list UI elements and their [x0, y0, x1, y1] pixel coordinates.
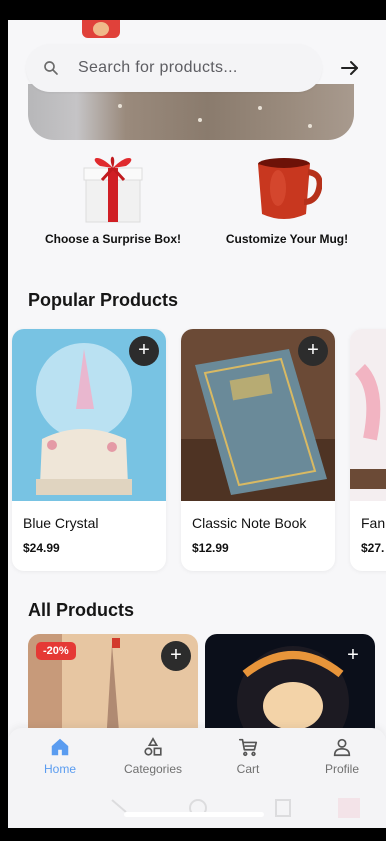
categories-icon [144, 737, 162, 756]
avatar-face [93, 22, 109, 36]
product-card[interactable]: Fan $27. [350, 329, 386, 571]
nav-label: Profile [324, 762, 359, 776]
banner-dot [118, 104, 122, 108]
surprise-box-card[interactable]: Choose a Surprise Box! [28, 148, 198, 246]
avatar[interactable] [82, 20, 120, 38]
profile-icon [333, 738, 351, 757]
add-to-cart-button[interactable]: + [298, 336, 328, 366]
product-image [350, 329, 386, 501]
product-name: Fan [361, 515, 386, 531]
product-price: $12.99 [192, 541, 229, 555]
add-to-cart-button[interactable]: + [338, 641, 368, 671]
nav-label: Cart [236, 762, 260, 776]
banner-dot [308, 124, 312, 128]
customize-mug-card[interactable]: Customize Your Mug! [202, 148, 372, 246]
add-to-cart-button[interactable]: + [129, 336, 159, 366]
banner-dot [198, 118, 202, 122]
product-price: $24.99 [23, 541, 60, 555]
mug-icon [258, 158, 322, 219]
feature-label: Customize Your Mug! [225, 232, 349, 246]
arrow-right-icon[interactable] [338, 56, 362, 80]
nav-label: Categories [123, 762, 183, 776]
nav-home[interactable]: Home [20, 736, 100, 776]
search-input[interactable]: Search for products... [78, 59, 238, 77]
product-card[interactable]: + Blue Crystal $24.99 [12, 329, 166, 571]
banner-dot [258, 106, 262, 110]
product-name: Classic Note Book [192, 515, 307, 531]
product-name: Blue Crystal [23, 515, 99, 531]
nav-categories[interactable]: Categories [113, 736, 193, 776]
home-icon [51, 738, 69, 756]
nav-cart[interactable]: Cart [208, 736, 288, 776]
product-price: $27. [361, 541, 385, 555]
search-bar[interactable]: Search for products... [26, 44, 322, 92]
app-screen: Search for products... Choose a Surprise… [8, 20, 386, 828]
popular-products-title: Popular Products [28, 290, 179, 310]
search-icon [44, 61, 58, 75]
cart-icon [238, 738, 258, 757]
feature-label: Choose a Surprise Box! [44, 232, 182, 246]
product-card[interactable]: + Classic Note Book $12.99 [181, 329, 335, 571]
nav-label: Home [43, 762, 76, 776]
discount-badge: -20% [36, 642, 76, 660]
promo-banner[interactable] [28, 84, 354, 140]
all-products-title: All Products [28, 600, 135, 620]
gift-box-icon [83, 156, 143, 223]
home-indicator[interactable] [124, 812, 264, 817]
nav-profile[interactable]: Profile [302, 736, 382, 776]
add-to-cart-button[interactable]: + [161, 641, 191, 671]
